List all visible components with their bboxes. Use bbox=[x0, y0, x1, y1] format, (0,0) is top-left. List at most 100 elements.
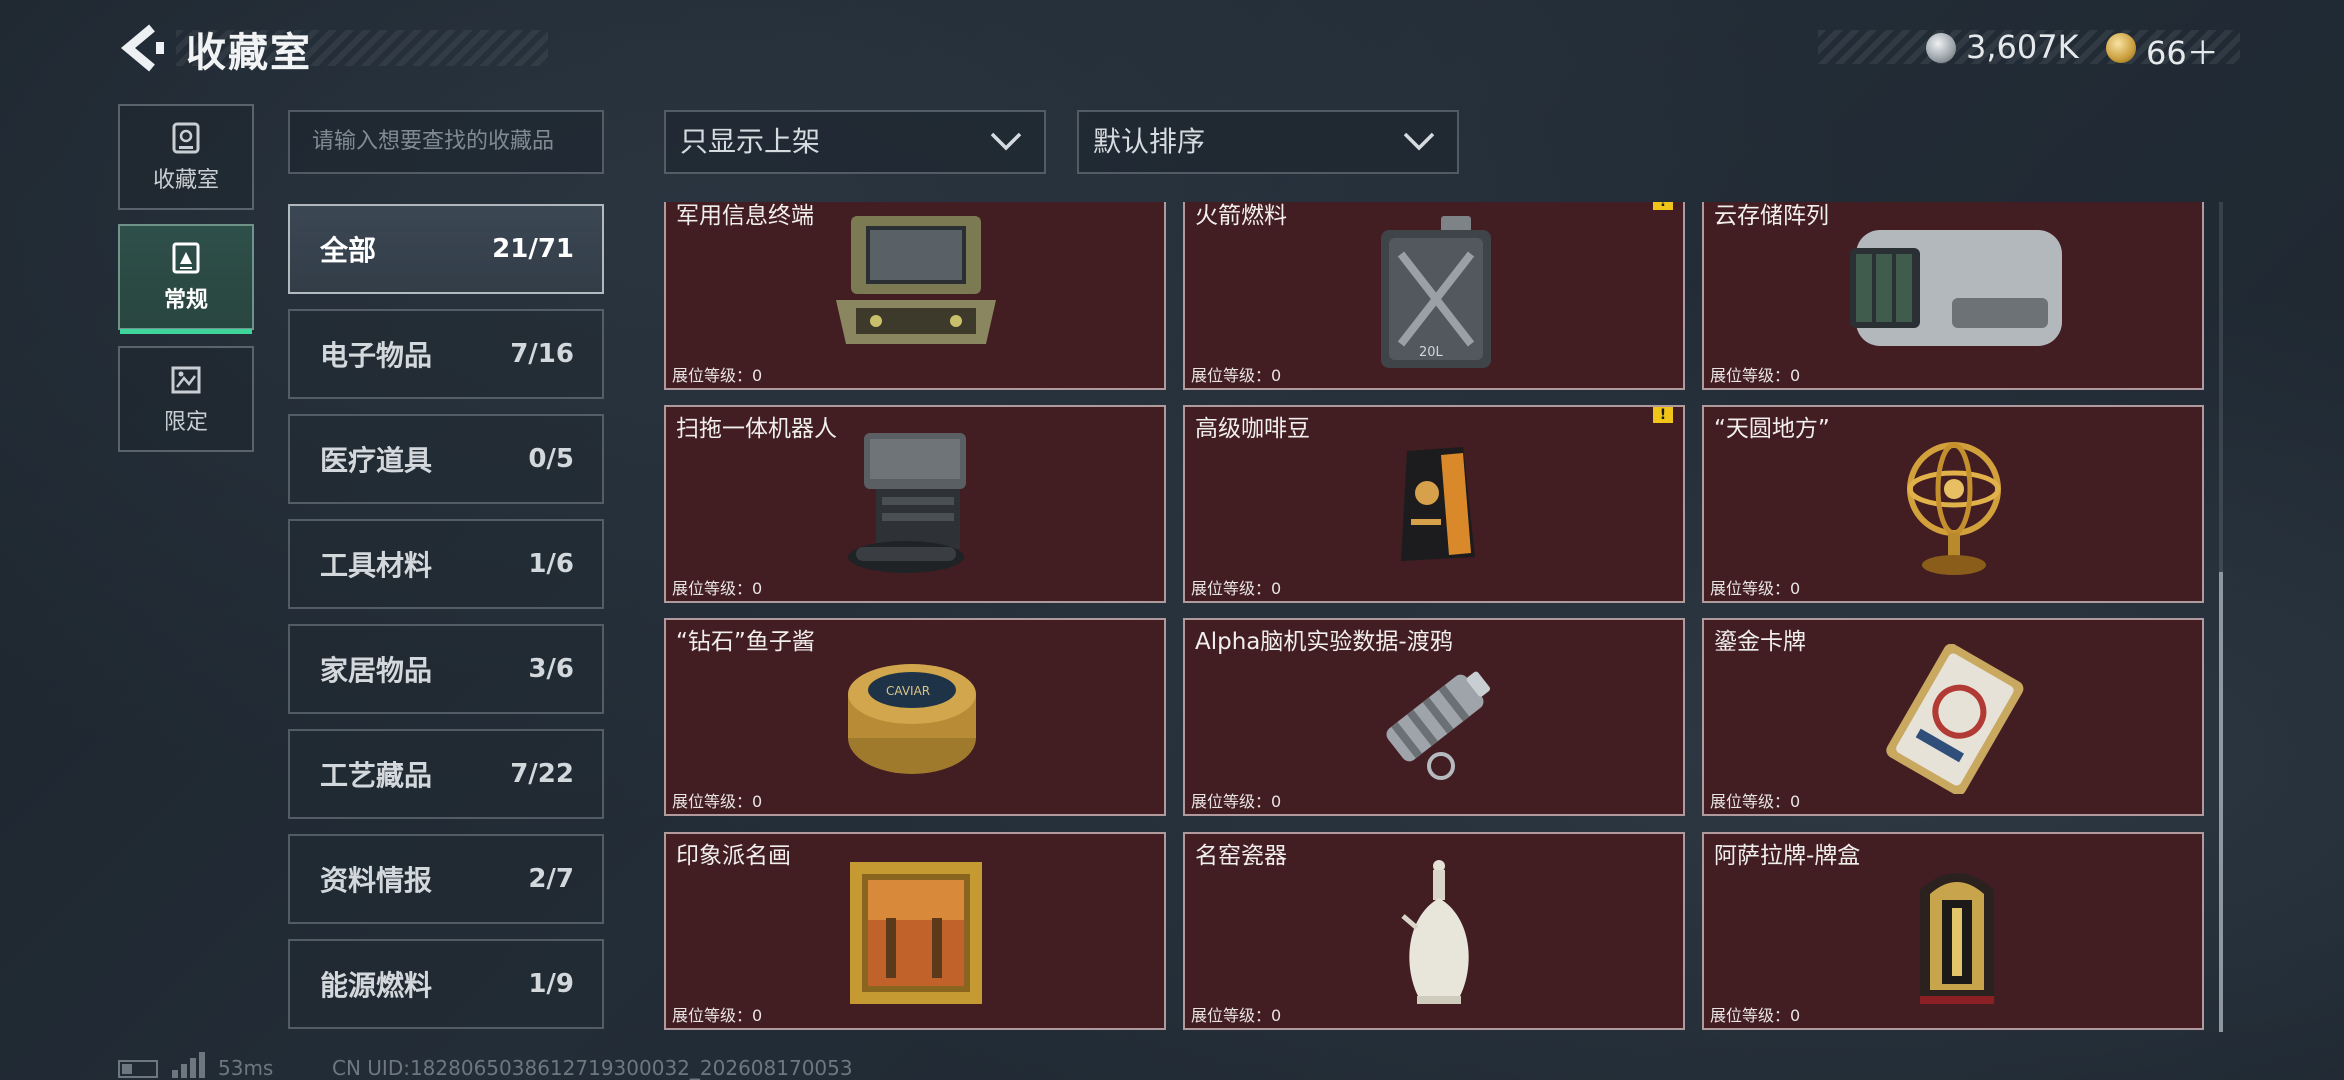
item-card[interactable]: 高级咖啡豆 ! 展位等级：0 bbox=[1183, 405, 1685, 603]
item-card[interactable]: 印象派名画 展位等级：0 bbox=[664, 832, 1166, 1030]
item-level: 展位等级：0 bbox=[672, 366, 763, 385]
item-name: 名窑瓷器 bbox=[1195, 843, 1287, 869]
side-tab-regular[interactable]: 常规 bbox=[118, 224, 254, 334]
item-card[interactable]: 阿萨拉牌-牌盒 展位等级：0 bbox=[1702, 832, 2204, 1030]
category-count: 1/9 bbox=[528, 969, 574, 999]
regular-card-icon bbox=[172, 242, 200, 274]
item-name: 扫拖一体机器人 bbox=[676, 416, 837, 442]
item-level: 展位等级：0 bbox=[1710, 366, 1801, 385]
porcelain-vase-icon bbox=[1401, 860, 1469, 1004]
vault-icon bbox=[172, 122, 200, 154]
gold-currency-value[interactable]: 66＋ bbox=[2146, 28, 2219, 74]
category-medical[interactable]: 医疗道具 0/5 bbox=[288, 414, 604, 504]
item-level: 展位等级：0 bbox=[672, 579, 763, 598]
category-name: 全部 bbox=[320, 234, 377, 267]
item-card[interactable]: 扫拖一体机器人 展位等级：0 bbox=[664, 405, 1166, 603]
category-name: 工具材料 bbox=[320, 549, 433, 582]
item-card[interactable]: “钻石”鱼子酱 CAVIAR 展位等级：0 bbox=[664, 618, 1166, 816]
fuel-canister-icon: 20L bbox=[1381, 216, 1491, 368]
gilded-card-icon bbox=[1886, 644, 2024, 794]
item-name: 火箭燃料 bbox=[1195, 203, 1287, 229]
sort-dropdown-value: 默认排序 bbox=[1093, 125, 1206, 158]
item-card[interactable]: 名窑瓷器 展位等级：0 bbox=[1183, 832, 1685, 1030]
warning-icon: ! bbox=[1653, 407, 1673, 423]
item-level: 展位等级：0 bbox=[1710, 579, 1801, 598]
sort-dropdown[interactable]: 默认排序 bbox=[1077, 110, 1459, 174]
item-card[interactable]: 军用信息终端 展位等级：0 bbox=[664, 202, 1166, 390]
silver-coin-icon bbox=[1926, 33, 1956, 63]
silver-currency-value: 3,607K bbox=[1966, 28, 2079, 66]
item-level: 展位等级：0 bbox=[1191, 579, 1282, 598]
item-name: 印象派名画 bbox=[676, 843, 791, 869]
item-card[interactable]: Alpha脑机实验数据-渡鸦 展位等级：0 bbox=[1183, 618, 1685, 816]
card-box-icon bbox=[1920, 873, 1994, 1004]
side-tab-limited[interactable]: 限定 bbox=[118, 346, 254, 452]
category-energy[interactable]: 能源燃料 1/9 bbox=[288, 939, 604, 1029]
military-terminal-icon bbox=[836, 216, 996, 344]
category-all[interactable]: 全部 21/71 bbox=[288, 204, 604, 294]
category-name: 能源燃料 bbox=[320, 969, 433, 1002]
back-arrow-icon[interactable] bbox=[116, 22, 168, 74]
framed-painting-icon bbox=[850, 862, 982, 1004]
item-name: 阿萨拉牌-牌盒 bbox=[1714, 843, 1861, 869]
chevron-down-icon bbox=[1403, 132, 1435, 151]
category-count: 7/16 bbox=[510, 339, 574, 369]
category-crafts[interactable]: 工艺藏品 7/22 bbox=[288, 729, 604, 819]
item-level: 展位等级：0 bbox=[1710, 1006, 1801, 1025]
item-name: 高级咖啡豆 bbox=[1195, 416, 1310, 442]
caviar-tin-icon: CAVIAR bbox=[848, 664, 976, 774]
svg-text:CAVIAR: CAVIAR bbox=[886, 684, 930, 698]
category-name: 医疗道具 bbox=[320, 444, 433, 477]
item-level: 展位等级：0 bbox=[672, 792, 763, 811]
category-count: 3/6 bbox=[528, 654, 574, 684]
item-card[interactable]: “天圆地方” 展位等级：0 bbox=[1702, 405, 2204, 603]
mop-robot-icon bbox=[848, 433, 966, 573]
category-intel[interactable]: 资料情报 2/7 bbox=[288, 834, 604, 924]
ping-value: 53ms bbox=[218, 1056, 274, 1080]
filter-dropdown[interactable]: 只显示上架 bbox=[664, 110, 1046, 174]
item-name: “钻石”鱼子酱 bbox=[676, 629, 815, 655]
item-card[interactable]: 火箭燃料 ! 20L 展位等级：0 bbox=[1183, 202, 1685, 390]
side-tab-label: 限定 bbox=[163, 410, 208, 435]
battery-icon bbox=[118, 1060, 158, 1078]
user-uid: CN UID:1828065038612719300032_2026081700… bbox=[332, 1056, 853, 1080]
category-count: 1/6 bbox=[528, 549, 574, 579]
category-electronics[interactable]: 电子物品 7/16 bbox=[288, 309, 604, 399]
item-grid: 军用信息终端 展位等级：0 火箭燃料 ! 20L 展位等级：0 云存储阵列 展位… bbox=[664, 202, 2204, 1034]
category-count: 21/71 bbox=[492, 234, 574, 264]
item-level: 展位等级：0 bbox=[1191, 366, 1282, 385]
side-tab-vault[interactable]: 收藏室 bbox=[118, 104, 254, 210]
chevron-down-icon bbox=[990, 132, 1022, 151]
signal-icon bbox=[172, 1052, 205, 1078]
data-cylinder-icon bbox=[1386, 671, 1491, 780]
warning-icon: ! bbox=[1653, 202, 1673, 210]
cloud-storage-icon bbox=[1850, 230, 2062, 346]
category-household[interactable]: 家居物品 3/6 bbox=[288, 624, 604, 714]
scrollbar-thumb[interactable] bbox=[2219, 572, 2223, 1032]
category-name: 家居物品 bbox=[320, 654, 433, 687]
category-name: 工艺藏品 bbox=[320, 759, 433, 792]
search-input[interactable]: 请输入想要查找的收藏品 bbox=[288, 110, 604, 174]
side-tab-label: 常规 bbox=[163, 288, 208, 313]
gold-coin-icon bbox=[2106, 33, 2136, 63]
item-name: 军用信息终端 bbox=[676, 203, 814, 229]
item-card[interactable]: 鎏金卡牌 展位等级：0 bbox=[1702, 618, 2204, 816]
category-name: 电子物品 bbox=[320, 339, 433, 372]
page-title: 收藏室 bbox=[186, 30, 312, 76]
item-level: 展位等级：0 bbox=[1710, 792, 1801, 811]
category-count: 2/7 bbox=[528, 864, 574, 894]
filter-dropdown-value: 只显示上架 bbox=[680, 125, 821, 158]
svg-text:20L: 20L bbox=[1419, 345, 1444, 360]
item-level: 展位等级：0 bbox=[1191, 1006, 1282, 1025]
item-name: 鎏金卡牌 bbox=[1714, 629, 1806, 655]
armillary-sphere-icon bbox=[1907, 442, 2001, 575]
item-level: 展位等级：0 bbox=[1191, 792, 1282, 811]
category-tools[interactable]: 工具材料 1/6 bbox=[288, 519, 604, 609]
category-name: 资料情报 bbox=[320, 864, 433, 897]
limited-image-icon bbox=[171, 366, 201, 394]
item-card[interactable]: 云存储阵列 展位等级：0 bbox=[1702, 202, 2204, 390]
category-count: 7/22 bbox=[510, 759, 574, 789]
item-level: 展位等级：0 bbox=[672, 1006, 763, 1025]
item-name: “天圆地方” bbox=[1714, 416, 1830, 442]
item-name: 云存储阵列 bbox=[1714, 203, 1829, 229]
